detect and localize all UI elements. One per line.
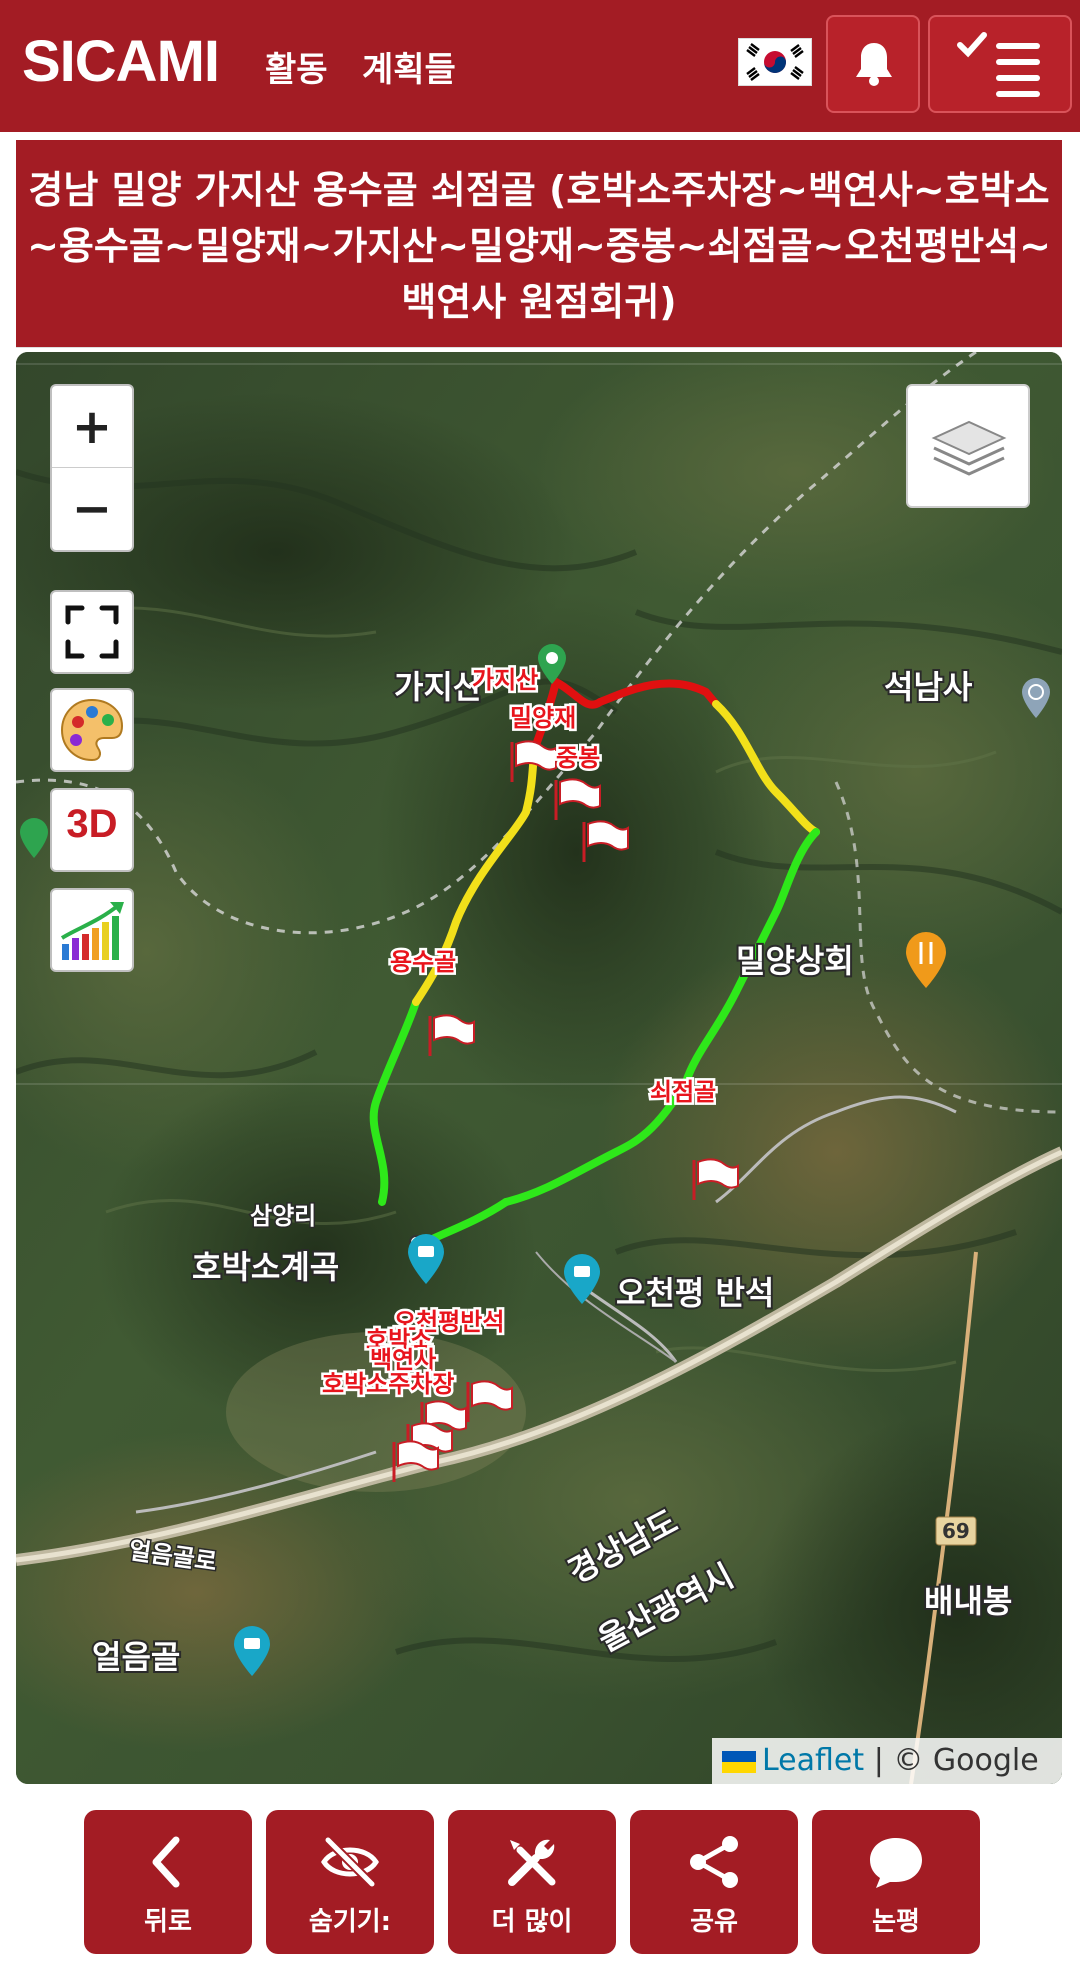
waypoint-label-soejeomgol: 쇠점골 — [650, 1078, 716, 1106]
color-palette-button[interactable] — [50, 688, 134, 772]
fullscreen-button[interactable] — [50, 590, 134, 674]
satellite-map[interactable]: 가지산 석남사 밀양상회 호박소계곡 오천평 반석 얼음골 배내봉 삼양리 얼음… — [16, 352, 1062, 1784]
place-label-eolleumgol: 얼음골 — [92, 1638, 180, 1676]
road-number-69: 69 — [942, 1519, 970, 1543]
share-icon — [690, 1836, 738, 1888]
3d-label: 3D — [66, 802, 118, 846]
route-map[interactable]: 가지산 석남사 밀양상회 호박소계곡 오천평 반석 얼음골 배내봉 삼양리 얼음… — [16, 352, 1062, 1784]
hide-button[interactable]: 숨기기: — [266, 1810, 434, 1954]
palette-icon — [60, 698, 124, 762]
chart-growth-icon — [60, 902, 124, 960]
attribution-separator: | — [873, 1743, 884, 1778]
leaflet-link[interactable]: Leaflet — [762, 1743, 864, 1778]
nav-plans[interactable]: 계획들 — [362, 42, 456, 91]
waypoint-label-jungbong: 중봉 — [556, 744, 600, 772]
zoom-in-button[interactable]: + — [52, 386, 132, 468]
place-label-gajisan: 가지산 — [394, 668, 482, 706]
bell-icon — [856, 43, 892, 86]
nav-activity[interactable]: 활동 — [265, 42, 328, 91]
waypoint-label-gajisan: 가지산 — [472, 666, 538, 694]
hide-label: 숨기기: — [308, 1907, 392, 1937]
language-flag-icon[interactable] — [738, 38, 812, 86]
google-attribution: © Google — [893, 1743, 1039, 1778]
share-button[interactable]: 공유 — [630, 1810, 798, 1954]
place-label-baenaebong: 배내봉 — [924, 1582, 1012, 1620]
place-label-miryang-sanghoe: 밀양상회 — [736, 942, 854, 980]
page-title-box: 경남 밀양 가지산 용수골 쇠점골 (호박소주차장~백연사~호박소~용수골~밀양… — [16, 140, 1062, 348]
layers-icon — [931, 420, 1007, 476]
comment-button[interactable]: 논평 — [812, 1810, 980, 1954]
zoom-out-button[interactable]: − — [52, 468, 132, 550]
map-attribution: Leaflet | © Google — [712, 1738, 1062, 1784]
logo[interactable]: SICAMI — [22, 28, 220, 95]
waypoint-label-yongsugol: 용수골 — [390, 948, 456, 976]
chevron-left-icon — [152, 1836, 180, 1888]
elevation-chart-button[interactable] — [50, 888, 134, 972]
place-label-hobakso-gyegok: 호박소계곡 — [192, 1248, 339, 1286]
fullscreen-icon — [65, 605, 119, 659]
back-button[interactable]: 뒤로 — [84, 1810, 252, 1954]
bottom-toolbar: 뒤로 숨기기: 더 많이 공유 논평 — [0, 1798, 1080, 1969]
ukraine-flag-icon — [722, 1751, 756, 1773]
menu-button[interactable] — [928, 15, 1072, 113]
more-label: 더 많이 — [491, 1907, 573, 1937]
app-header: SICAMI 활동 계획들 — [0, 0, 1080, 132]
back-label: 뒤로 — [144, 1907, 192, 1937]
page-title: 경남 밀양 가지산 용수골 쇠점골 (호박소주차장~백연사~호박소~용수골~밀양… — [27, 168, 1051, 324]
notification-button[interactable] — [826, 15, 920, 113]
3d-view-button[interactable]: 3D — [50, 788, 134, 872]
zoom-control: + − — [50, 384, 134, 552]
eye-slash-icon — [321, 1836, 379, 1888]
waypoint-label-parking: 호박소주차장 — [322, 1370, 454, 1398]
share-label: 공유 — [690, 1907, 738, 1937]
comment-label: 논평 — [872, 1907, 920, 1937]
tools-icon — [508, 1839, 556, 1886]
comment-icon — [870, 1838, 922, 1888]
layers-button[interactable] — [906, 384, 1030, 508]
check-menu-icon — [957, 32, 1040, 97]
place-label-ocheonpyeong: 오천평 반석 — [616, 1274, 774, 1312]
more-button[interactable]: 더 많이 — [448, 1810, 616, 1954]
place-label-samyangri: 삼양리 — [250, 1202, 316, 1230]
place-label-seoknamsa: 석남사 — [884, 668, 973, 706]
waypoint-label-miryangjae: 밀양재 — [510, 704, 576, 732]
